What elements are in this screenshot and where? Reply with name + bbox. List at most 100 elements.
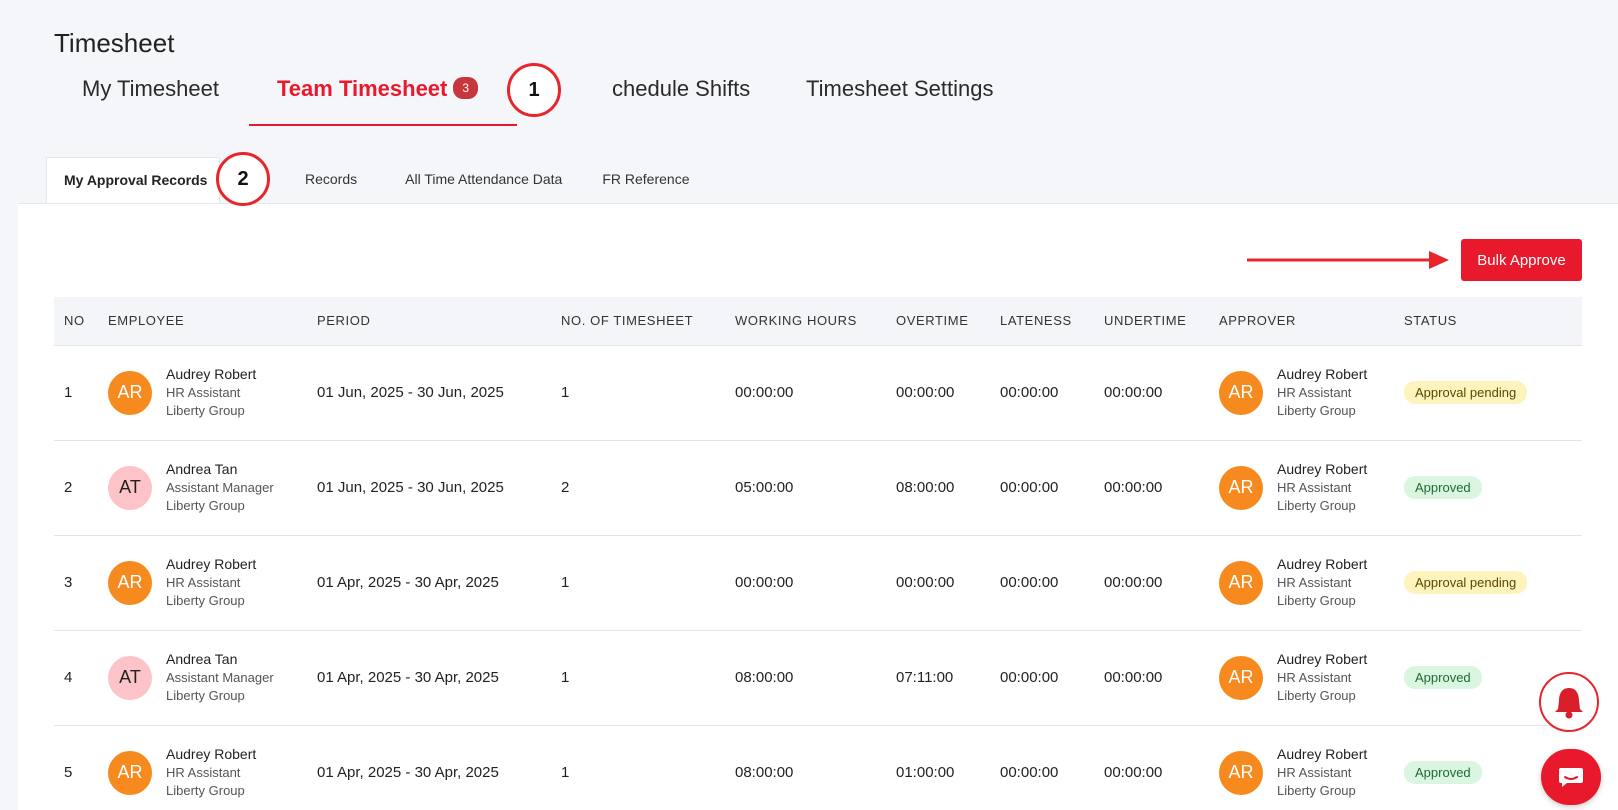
approver-company: Liberty Group: [1277, 688, 1356, 703]
column-header[interactable]: NO: [54, 297, 98, 345]
table-header-row: NO EMPLOYEE PERIOD NO. OF TIMESHEET WORK…: [54, 297, 1582, 345]
avatar: AT: [108, 465, 152, 510]
subtab-label: Records: [305, 171, 358, 187]
chat-icon: [1559, 768, 1583, 787]
status-badge: Approved: [1404, 666, 1482, 689]
table-row[interactable]: 1 AR Audrey Robert HR Assistant Liberty Gr…: [54, 345, 1582, 440]
lateness-cell: 00:00:00: [1000, 764, 1059, 782]
column-header[interactable]: LATENESS: [990, 297, 1094, 345]
count-badge: 3: [453, 77, 479, 100]
employee-role: Assistant Manager: [166, 670, 274, 685]
column-header[interactable]: PERIOD: [307, 297, 551, 345]
timesheet-count-cell: 2: [561, 479, 570, 496]
row-number: 1: [64, 384, 73, 401]
tab-label: Timesheet Settings: [806, 76, 994, 101]
subtab-my-approval-records[interactable]: My Approval Records: [46, 157, 220, 203]
employee-role: HR Assistant: [166, 575, 241, 590]
overtime-cell: 00:00:00: [896, 574, 955, 591]
avatar: AT: [108, 655, 152, 700]
table-row[interactable]: 3 AR Audrey Robert HR Assistant Liberty Gr…: [54, 535, 1582, 630]
lateness-cell: 00:00:00: [1000, 574, 1059, 591]
column-header[interactable]: APPROVER: [1209, 297, 1394, 345]
column-header[interactable]: WORKING HOURS: [725, 297, 886, 345]
employee-role: HR Assistant: [166, 765, 241, 781]
table-row[interactable]: 2 AT Andrea Tan Assistant Manager Liberty …: [54, 440, 1582, 535]
column-header[interactable]: UNDERTIME: [1094, 297, 1209, 345]
approver-company: Liberty Group: [1277, 498, 1356, 513]
status-cell: Approved: [1394, 440, 1582, 535]
subtab-label: My Approval Records: [64, 172, 208, 188]
period-cell: 01 Apr, 2025 - 30 Apr, 2025: [317, 669, 499, 686]
approver-role: HR Assistant: [1277, 385, 1352, 400]
subtab-fr-reference[interactable]: FR Reference: [580, 157, 707, 203]
employee-company: Liberty Group: [166, 403, 245, 418]
approver-cell: AR Audrey Robert HR Assistant Liberty Grou…: [1209, 440, 1394, 535]
approver-name: Audrey Robert: [1277, 366, 1368, 382]
row-number: 3: [64, 574, 73, 591]
status-badge: Approval pending: [1404, 381, 1528, 404]
subtab-label: FR Reference: [602, 171, 690, 187]
employee-name: Andrea Tan: [166, 461, 238, 477]
avatar: AR: [1219, 465, 1263, 510]
undertime-cell: 00:00:00: [1104, 669, 1163, 686]
undertime-cell: 00:00:00: [1104, 764, 1163, 782]
row-number: 2: [64, 479, 73, 496]
employee-company: Liberty Group: [166, 498, 245, 513]
timesheet-count-cell: 1: [561, 384, 570, 401]
employee-cell: AR Audrey Robert HR Assistant Liberty Grou…: [98, 725, 307, 810]
approver-company: Liberty Group: [1277, 403, 1356, 418]
approver-cell: AR Audrey Robert HR Assistant Liberty Grou…: [1209, 345, 1394, 440]
status-badge: Approved: [1404, 476, 1482, 499]
chat-button[interactable]: [1541, 749, 1601, 805]
period-cell: 01 Apr, 2025 - 30 Apr, 2025: [317, 574, 499, 591]
employee-cell: AR Audrey Robert HR Assistant Liberty Grou…: [98, 535, 307, 630]
table-row[interactable]: 5 AR Audrey Robert HR Assistant Liberty Gr…: [54, 725, 1582, 810]
undertime-cell: 00:00:00: [1104, 574, 1163, 591]
status-cell: Approval pending: [1394, 535, 1582, 630]
approver-cell: AR Audrey Robert HR Assistant Liberty Grou…: [1209, 535, 1394, 630]
tab-timesheet-settings[interactable]: Timesheet Settings: [761, 64, 1022, 126]
annotation-marker-1: 1: [507, 63, 561, 117]
tab-label: Team Timesheet: [277, 76, 448, 101]
lateness-cell: 00:00:00: [1000, 669, 1059, 686]
column-header[interactable]: EMPLOYEE: [98, 297, 307, 345]
working-hours-cell: 08:00:00: [735, 669, 794, 686]
employee-name: Audrey Robert: [166, 746, 257, 763]
avatar: AR: [1219, 560, 1263, 605]
undertime-cell: 00:00:00: [1104, 384, 1163, 401]
subtab-all-time-attendance-data[interactable]: All Time Attendance Data: [375, 157, 580, 203]
avatar: AR: [108, 750, 152, 795]
annotation-arrow-icon: [1247, 251, 1449, 269]
column-header[interactable]: OVERTIME: [886, 297, 990, 345]
column-header[interactable]: STATUS: [1394, 297, 1582, 345]
avatar: AR: [108, 370, 152, 415]
table-row[interactable]: 4 AT Andrea Tan Assistant Manager Liberty …: [54, 630, 1582, 725]
approver-cell: AR Audrey Robert HR Assistant Liberty Grou…: [1209, 725, 1394, 810]
tab-label: My Timesheet: [82, 76, 219, 101]
working-hours-cell: 00:00:00: [735, 384, 794, 401]
row-number: 5: [64, 764, 73, 782]
tab-my-timesheet[interactable]: My Timesheet: [54, 64, 249, 126]
timesheet-count-cell: 1: [561, 574, 570, 591]
employee-name: Andrea Tan: [166, 651, 238, 667]
overtime-cell: 01:00:00: [896, 764, 955, 782]
tab-team-timesheet[interactable]: Team Timesheet 3: [249, 64, 517, 126]
approver-company: Liberty Group: [1277, 593, 1356, 608]
approver-company: Liberty Group: [1277, 783, 1356, 799]
status-badge: Approved: [1404, 761, 1482, 785]
working-hours-cell: 08:00:00: [735, 764, 794, 782]
bulk-approve-button[interactable]: Bulk Approve: [1461, 239, 1582, 281]
column-header[interactable]: NO. OF TIMESHEET: [551, 297, 725, 345]
approver-role: HR Assistant: [1277, 670, 1352, 685]
employee-name: Audrey Robert: [166, 556, 257, 572]
lateness-cell: 00:00:00: [1000, 384, 1059, 401]
timesheet-count-cell: 1: [561, 669, 570, 686]
undertime-cell: 00:00:00: [1104, 479, 1163, 496]
working-hours-cell: 00:00:00: [735, 574, 794, 591]
notification-button[interactable]: [1539, 672, 1599, 732]
working-hours-cell: 05:00:00: [735, 479, 794, 496]
status-badge: Approval pending: [1404, 571, 1528, 594]
period-cell: 01 Jun, 2025 - 30 Jun, 2025: [317, 384, 504, 401]
employee-cell: AT Andrea Tan Assistant Manager Liberty Gr…: [98, 630, 307, 725]
period-cell: 01 Apr, 2025 - 30 Apr, 2025: [317, 764, 499, 782]
